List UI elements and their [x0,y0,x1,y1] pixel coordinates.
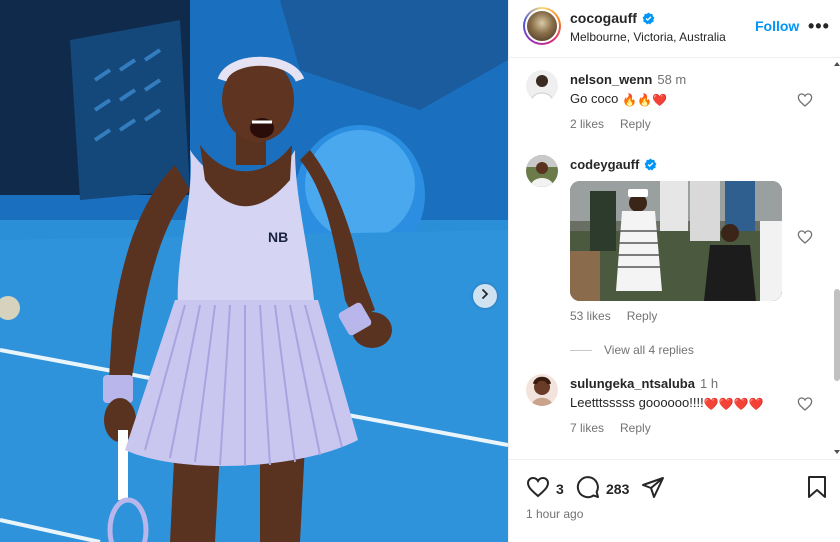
comment-icon [576,475,600,502]
heart-icon [526,475,550,502]
avatar[interactable] [526,374,558,406]
comment-username[interactable]: sulungeka_ntsaluba [570,376,695,391]
heart-icon[interactable] [797,396,813,412]
avatar[interactable] [526,70,558,102]
red-heart-emoji: ❤️ [703,397,719,411]
comment-time: 58 m [657,72,687,87]
comments-list[interactable]: nelson_wenn 58 m Go coco 🔥🔥❤️ 2 likes Re… [509,59,840,459]
bookmark-icon [806,475,828,502]
comment-text: Go coco 🔥🔥❤️ [570,91,667,107]
like-count: 3 [556,480,564,497]
author-avatar[interactable] [523,7,561,45]
author-username-row[interactable]: cocogauff [570,10,655,26]
scroll-up-arrow[interactable] [834,62,840,66]
post-timestamp[interactable]: 1 hour ago [526,507,583,521]
reply-button[interactable]: Reply [620,117,651,131]
verified-icon [642,12,655,25]
comment-likes[interactable]: 53 likes [570,309,611,323]
post-header: cocogauff Melbourne, Victoria, Australia… [509,0,840,58]
scroll-down-arrow[interactable] [834,450,840,454]
post-sidebar: cocogauff Melbourne, Victoria, Australia… [508,0,840,542]
author-username[interactable]: cocogauff [570,10,637,26]
next-media-button[interactable] [473,284,497,308]
comment-button[interactable]: 283 [576,475,629,502]
view-replies-button[interactable]: View all 4 replies [570,343,694,357]
comments-scrollbar[interactable] [833,59,840,459]
reply-button[interactable]: Reply [620,421,651,435]
comment-photo[interactable] [570,181,782,301]
reply-button[interactable]: Reply [627,309,658,323]
chevron-right-icon [479,287,491,305]
comment-likes[interactable]: 2 likes [570,117,604,131]
share-button[interactable] [641,475,665,502]
red-heart-emoji: ❤️ [651,93,667,107]
post-location[interactable]: Melbourne, Victoria, Australia [570,30,726,44]
more-options-button[interactable]: ••• [808,17,830,35]
comment-username[interactable]: codeygauff [570,157,639,172]
red-heart-emoji: ❤️ [718,397,734,411]
comment-likes[interactable]: 7 likes [570,421,604,435]
comment-text: Leetttsssss goooooo!!!!❤️❤️❤️❤️ [570,395,764,411]
comment-count: 283 [606,480,630,497]
red-heart-emoji: ❤️ [748,397,764,411]
scrollbar-thumb[interactable] [834,289,840,381]
post-photo: NB [0,0,508,542]
fire-emoji: 🔥 [622,93,637,107]
fire-emoji: 🔥 [637,93,652,107]
save-button[interactable] [806,475,828,502]
comment-time: 1 h [699,376,719,391]
red-heart-emoji: ❤️ [733,397,749,411]
avatar[interactable] [526,155,558,187]
like-button[interactable]: 3 [526,475,564,502]
svg-text:NB: NB [268,229,288,245]
verified-icon [644,158,657,171]
share-icon [641,475,665,502]
heart-icon[interactable] [797,92,813,108]
divider [570,349,592,351]
follow-button[interactable]: Follow [755,18,799,34]
post-actions: 3 283 1 hour ago [509,459,840,542]
comment-username[interactable]: nelson_wenn [570,72,652,87]
post-media[interactable]: NB [0,0,508,542]
heart-icon[interactable] [797,229,813,245]
